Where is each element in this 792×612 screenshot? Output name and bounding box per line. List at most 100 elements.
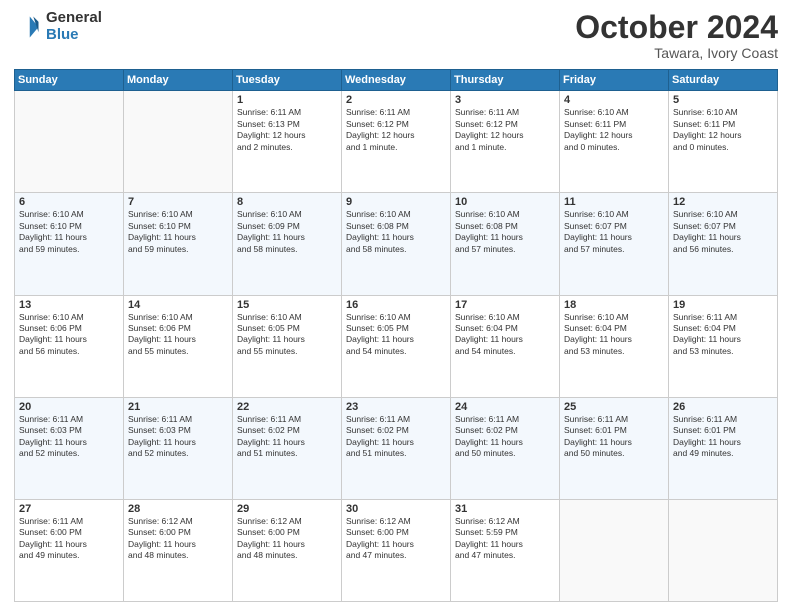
day-number: 18 — [564, 299, 664, 311]
page: General Blue October 2024 Tawara, Ivory … — [0, 0, 792, 612]
calendar-cell: 11Sunrise: 6:10 AM Sunset: 6:07 PM Dayli… — [560, 193, 669, 295]
month-title: October 2024 — [575, 10, 778, 45]
day-number: 1 — [237, 94, 337, 106]
day-number: 20 — [19, 401, 119, 413]
day-number: 12 — [673, 196, 773, 208]
calendar-cell: 3Sunrise: 6:11 AM Sunset: 6:12 PM Daylig… — [451, 91, 560, 193]
calendar-cell: 4Sunrise: 6:10 AM Sunset: 6:11 PM Daylig… — [560, 91, 669, 193]
calendar-cell: 23Sunrise: 6:11 AM Sunset: 6:02 PM Dayli… — [342, 397, 451, 499]
day-number: 13 — [19, 299, 119, 311]
logo-icon — [14, 13, 42, 41]
calendar-cell: 30Sunrise: 6:12 AM Sunset: 6:00 PM Dayli… — [342, 499, 451, 601]
logo-line2: Blue — [46, 27, 102, 44]
day-number: 22 — [237, 401, 337, 413]
day-info: Sunrise: 6:10 AM Sunset: 6:08 PM Dayligh… — [346, 209, 446, 255]
day-number: 6 — [19, 196, 119, 208]
calendar-cell: 24Sunrise: 6:11 AM Sunset: 6:02 PM Dayli… — [451, 397, 560, 499]
day-info: Sunrise: 6:10 AM Sunset: 6:10 PM Dayligh… — [19, 209, 119, 255]
day-number: 3 — [455, 94, 555, 106]
day-info: Sunrise: 6:11 AM Sunset: 6:04 PM Dayligh… — [673, 312, 773, 358]
day-info: Sunrise: 6:10 AM Sunset: 6:09 PM Dayligh… — [237, 209, 337, 255]
calendar-cell: 15Sunrise: 6:10 AM Sunset: 6:05 PM Dayli… — [233, 295, 342, 397]
day-number: 29 — [237, 503, 337, 515]
calendar-cell: 6Sunrise: 6:10 AM Sunset: 6:10 PM Daylig… — [15, 193, 124, 295]
day-info: Sunrise: 6:10 AM Sunset: 6:07 PM Dayligh… — [673, 209, 773, 255]
day-info: Sunrise: 6:12 AM Sunset: 6:00 PM Dayligh… — [346, 516, 446, 562]
calendar-cell: 25Sunrise: 6:11 AM Sunset: 6:01 PM Dayli… — [560, 397, 669, 499]
day-info: Sunrise: 6:12 AM Sunset: 5:59 PM Dayligh… — [455, 516, 555, 562]
calendar-cell: 14Sunrise: 6:10 AM Sunset: 6:06 PM Dayli… — [124, 295, 233, 397]
day-number: 19 — [673, 299, 773, 311]
day-info: Sunrise: 6:11 AM Sunset: 6:00 PM Dayligh… — [19, 516, 119, 562]
day-info: Sunrise: 6:11 AM Sunset: 6:03 PM Dayligh… — [128, 414, 228, 460]
day-number: 21 — [128, 401, 228, 413]
logo: General Blue — [14, 10, 102, 43]
day-info: Sunrise: 6:11 AM Sunset: 6:02 PM Dayligh… — [455, 414, 555, 460]
header-row: Sunday Monday Tuesday Wednesday Thursday… — [15, 70, 778, 91]
calendar-cell: 2Sunrise: 6:11 AM Sunset: 6:12 PM Daylig… — [342, 91, 451, 193]
calendar-cell: 5Sunrise: 6:10 AM Sunset: 6:11 PM Daylig… — [669, 91, 778, 193]
day-number: 25 — [564, 401, 664, 413]
col-friday: Friday — [560, 70, 669, 91]
day-info: Sunrise: 6:12 AM Sunset: 6:00 PM Dayligh… — [237, 516, 337, 562]
col-wednesday: Wednesday — [342, 70, 451, 91]
day-number: 16 — [346, 299, 446, 311]
calendar-cell: 8Sunrise: 6:10 AM Sunset: 6:09 PM Daylig… — [233, 193, 342, 295]
calendar-cell: 1Sunrise: 6:11 AM Sunset: 6:13 PM Daylig… — [233, 91, 342, 193]
day-info: Sunrise: 6:11 AM Sunset: 6:01 PM Dayligh… — [564, 414, 664, 460]
calendar-week-3: 13Sunrise: 6:10 AM Sunset: 6:06 PM Dayli… — [15, 295, 778, 397]
day-info: Sunrise: 6:12 AM Sunset: 6:00 PM Dayligh… — [128, 516, 228, 562]
calendar-cell: 13Sunrise: 6:10 AM Sunset: 6:06 PM Dayli… — [15, 295, 124, 397]
title-block: October 2024 Tawara, Ivory Coast — [575, 10, 778, 61]
day-number: 7 — [128, 196, 228, 208]
calendar-cell: 16Sunrise: 6:10 AM Sunset: 6:05 PM Dayli… — [342, 295, 451, 397]
day-number: 5 — [673, 94, 773, 106]
calendar-cell: 26Sunrise: 6:11 AM Sunset: 6:01 PM Dayli… — [669, 397, 778, 499]
day-number: 10 — [455, 196, 555, 208]
calendar-cell: 29Sunrise: 6:12 AM Sunset: 6:00 PM Dayli… — [233, 499, 342, 601]
calendar-cell: 31Sunrise: 6:12 AM Sunset: 5:59 PM Dayli… — [451, 499, 560, 601]
day-number: 15 — [237, 299, 337, 311]
day-info: Sunrise: 6:10 AM Sunset: 6:04 PM Dayligh… — [455, 312, 555, 358]
day-number: 9 — [346, 196, 446, 208]
day-info: Sunrise: 6:11 AM Sunset: 6:03 PM Dayligh… — [19, 414, 119, 460]
day-info: Sunrise: 6:11 AM Sunset: 6:13 PM Dayligh… — [237, 107, 337, 153]
day-info: Sunrise: 6:10 AM Sunset: 6:05 PM Dayligh… — [346, 312, 446, 358]
calendar-table: Sunday Monday Tuesday Wednesday Thursday… — [14, 69, 778, 602]
calendar-cell — [124, 91, 233, 193]
day-info: Sunrise: 6:10 AM Sunset: 6:11 PM Dayligh… — [564, 107, 664, 153]
day-info: Sunrise: 6:10 AM Sunset: 6:04 PM Dayligh… — [564, 312, 664, 358]
day-info: Sunrise: 6:11 AM Sunset: 6:02 PM Dayligh… — [237, 414, 337, 460]
calendar-cell — [669, 499, 778, 601]
calendar-cell: 20Sunrise: 6:11 AM Sunset: 6:03 PM Dayli… — [15, 397, 124, 499]
calendar-cell: 17Sunrise: 6:10 AM Sunset: 6:04 PM Dayli… — [451, 295, 560, 397]
day-info: Sunrise: 6:10 AM Sunset: 6:11 PM Dayligh… — [673, 107, 773, 153]
calendar-week-1: 1Sunrise: 6:11 AM Sunset: 6:13 PM Daylig… — [15, 91, 778, 193]
day-number: 17 — [455, 299, 555, 311]
calendar-cell: 21Sunrise: 6:11 AM Sunset: 6:03 PM Dayli… — [124, 397, 233, 499]
day-info: Sunrise: 6:11 AM Sunset: 6:12 PM Dayligh… — [455, 107, 555, 153]
day-info: Sunrise: 6:11 AM Sunset: 6:02 PM Dayligh… — [346, 414, 446, 460]
logo-text: General Blue — [46, 10, 102, 43]
col-sunday: Sunday — [15, 70, 124, 91]
day-number: 31 — [455, 503, 555, 515]
day-number: 4 — [564, 94, 664, 106]
col-thursday: Thursday — [451, 70, 560, 91]
day-number: 11 — [564, 196, 664, 208]
calendar-cell: 10Sunrise: 6:10 AM Sunset: 6:08 PM Dayli… — [451, 193, 560, 295]
day-info: Sunrise: 6:10 AM Sunset: 6:06 PM Dayligh… — [19, 312, 119, 358]
day-info: Sunrise: 6:11 AM Sunset: 6:01 PM Dayligh… — [673, 414, 773, 460]
calendar-cell — [560, 499, 669, 601]
calendar-cell: 27Sunrise: 6:11 AM Sunset: 6:00 PM Dayli… — [15, 499, 124, 601]
calendar-cell: 9Sunrise: 6:10 AM Sunset: 6:08 PM Daylig… — [342, 193, 451, 295]
logo-line1: General — [46, 10, 102, 27]
day-number: 14 — [128, 299, 228, 311]
day-number: 27 — [19, 503, 119, 515]
calendar-body: 1Sunrise: 6:11 AM Sunset: 6:13 PM Daylig… — [15, 91, 778, 602]
day-number: 8 — [237, 196, 337, 208]
col-tuesday: Tuesday — [233, 70, 342, 91]
day-info: Sunrise: 6:10 AM Sunset: 6:07 PM Dayligh… — [564, 209, 664, 255]
day-number: 28 — [128, 503, 228, 515]
day-number: 26 — [673, 401, 773, 413]
day-info: Sunrise: 6:10 AM Sunset: 6:06 PM Dayligh… — [128, 312, 228, 358]
